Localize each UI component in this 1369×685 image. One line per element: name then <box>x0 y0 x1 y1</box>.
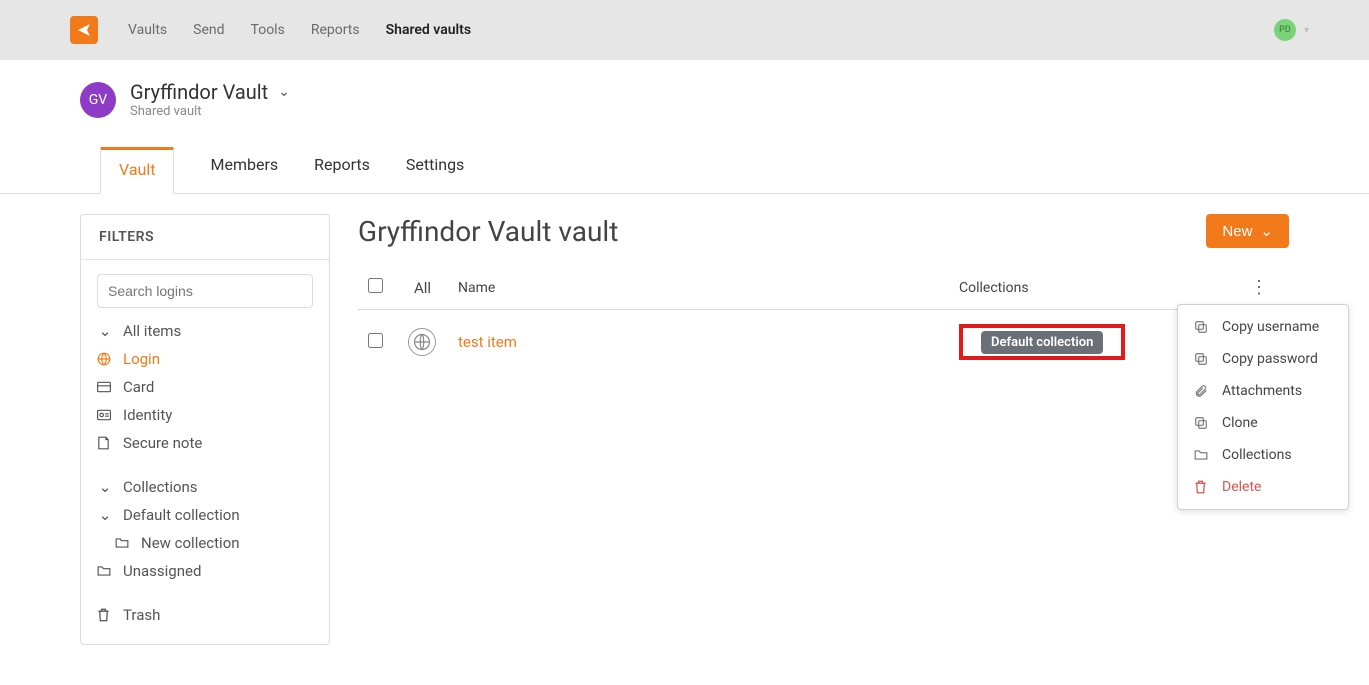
filters-title: FILTERS <box>81 215 329 260</box>
main-panel: Gryffindor Vault vault New ⌄ All Name Co… <box>358 214 1289 374</box>
top-bar: Vaults Send Tools Reports Shared vaults … <box>0 0 1369 60</box>
filter-all-items[interactable]: ⌄ All items <box>97 322 313 340</box>
filter-unassigned[interactable]: Unassigned <box>97 562 313 580</box>
filter-label: Collections <box>123 478 198 496</box>
collection-badge[interactable]: Default collection <box>981 331 1103 354</box>
menu-label: Collections <box>1222 447 1292 463</box>
menu-label: Attachments <box>1222 383 1302 399</box>
note-icon <box>97 436 113 450</box>
page-header: GV Gryffindor Vault ⌄ Shared vault Vault… <box>0 60 1369 194</box>
tab-reports[interactable]: Reports <box>314 147 370 193</box>
menu-label: Copy username <box>1222 319 1319 335</box>
app-logo[interactable] <box>70 16 98 44</box>
chevron-down-icon: ▾ <box>1304 25 1309 36</box>
chevron-down-icon: ⌄ <box>1260 222 1273 240</box>
user-avatar: PD <box>1274 19 1296 41</box>
header-menu-icon[interactable]: ⋮ <box>1250 277 1268 298</box>
paperclip-icon <box>1194 384 1210 398</box>
topnav-shared-vaults[interactable]: Shared vaults <box>386 22 471 38</box>
topnav-send[interactable]: Send <box>193 22 224 38</box>
trash-icon <box>97 608 113 622</box>
filter-label: Login <box>123 350 160 368</box>
filter-default-collection[interactable]: ⌄ Default collection <box>97 506 313 524</box>
card-icon <box>97 381 113 393</box>
filter-label: New collection <box>141 534 240 552</box>
menu-label: Clone <box>1222 415 1258 431</box>
section-tabs: Vault Members Reports Settings <box>0 147 1369 194</box>
row-checkbox[interactable] <box>368 333 383 348</box>
menu-copy-password[interactable]: Copy password <box>1178 343 1348 375</box>
filter-collections[interactable]: ⌄ Collections <box>97 478 313 496</box>
user-menu[interactable]: PD ▾ <box>1274 19 1309 41</box>
items-table: All Name Collections ⋮ test item Default… <box>358 270 1289 374</box>
table-row: test item Default collection ⋮ <box>358 310 1289 374</box>
folder-icon <box>1194 449 1210 461</box>
folder-icon <box>115 537 131 549</box>
filter-login[interactable]: Login <box>97 350 313 368</box>
filter-trash[interactable]: Trash <box>97 606 313 624</box>
filter-label: Identity <box>123 406 172 424</box>
menu-label: Delete <box>1222 479 1261 495</box>
filter-label: Unassigned <box>123 562 201 580</box>
vault-name: Gryffindor Vault <box>130 80 268 104</box>
menu-label: Copy password <box>1222 351 1318 367</box>
menu-clone[interactable]: Clone <box>1178 407 1348 439</box>
filter-label: Secure note <box>123 434 202 452</box>
chevron-down-icon: ⌄ <box>278 84 290 100</box>
tab-vault[interactable]: Vault <box>100 147 174 194</box>
chevron-down-icon: ⌄ <box>97 506 113 524</box>
tab-settings[interactable]: Settings <box>406 147 464 193</box>
copy-icon <box>1194 352 1210 366</box>
topnav-tools[interactable]: Tools <box>251 22 285 38</box>
search-input[interactable] <box>97 274 313 308</box>
new-button-label: New <box>1222 223 1252 240</box>
new-button[interactable]: New ⌄ <box>1206 214 1289 248</box>
collection-highlight: Default collection <box>959 324 1125 360</box>
menu-copy-username[interactable]: Copy username <box>1178 311 1348 343</box>
menu-attachments[interactable]: Attachments <box>1178 375 1348 407</box>
column-collections: Collections <box>959 280 1239 296</box>
column-all[interactable]: All <box>414 279 431 297</box>
identity-icon <box>97 409 113 421</box>
row-context-menu: Copy username Copy password Attachments … <box>1177 304 1349 510</box>
filter-card[interactable]: Card <box>97 378 313 396</box>
filter-new-collection[interactable]: New collection <box>97 534 313 552</box>
topnav-reports[interactable]: Reports <box>311 22 360 38</box>
filter-label: Trash <box>123 606 160 624</box>
clone-icon <box>1194 416 1210 430</box>
menu-collections[interactable]: Collections <box>1178 439 1348 471</box>
filter-label: Card <box>123 378 154 396</box>
table-header: All Name Collections ⋮ <box>358 270 1289 310</box>
vault-subtitle: Shared vault <box>130 104 290 119</box>
vault-avatar: GV <box>80 82 116 118</box>
topnav-vaults[interactable]: Vaults <box>128 22 167 38</box>
page-title: Gryffindor Vault vault <box>358 215 618 248</box>
vault-title[interactable]: Gryffindor Vault ⌄ <box>130 80 290 104</box>
filter-label: All items <box>123 322 181 340</box>
item-name-link[interactable]: test item <box>458 333 517 351</box>
tab-members[interactable]: Members <box>210 147 278 193</box>
filters-sidebar: FILTERS ⌄ All items Login <box>80 214 330 645</box>
chevron-down-icon: ⌄ <box>97 478 113 496</box>
globe-icon <box>408 328 436 356</box>
top-nav: Vaults Send Tools Reports Shared vaults <box>128 22 471 38</box>
menu-delete[interactable]: Delete <box>1178 471 1348 503</box>
select-all-checkbox[interactable] <box>368 278 383 293</box>
filter-label: Default collection <box>123 506 240 524</box>
filter-secure-note[interactable]: Secure note <box>97 434 313 452</box>
filter-identity[interactable]: Identity <box>97 406 313 424</box>
copy-icon <box>1194 320 1210 334</box>
chevron-down-icon: ⌄ <box>97 322 113 340</box>
column-name: Name <box>458 280 959 296</box>
trash-icon <box>1194 480 1210 494</box>
folder-icon <box>97 565 113 577</box>
globe-icon <box>97 352 113 366</box>
